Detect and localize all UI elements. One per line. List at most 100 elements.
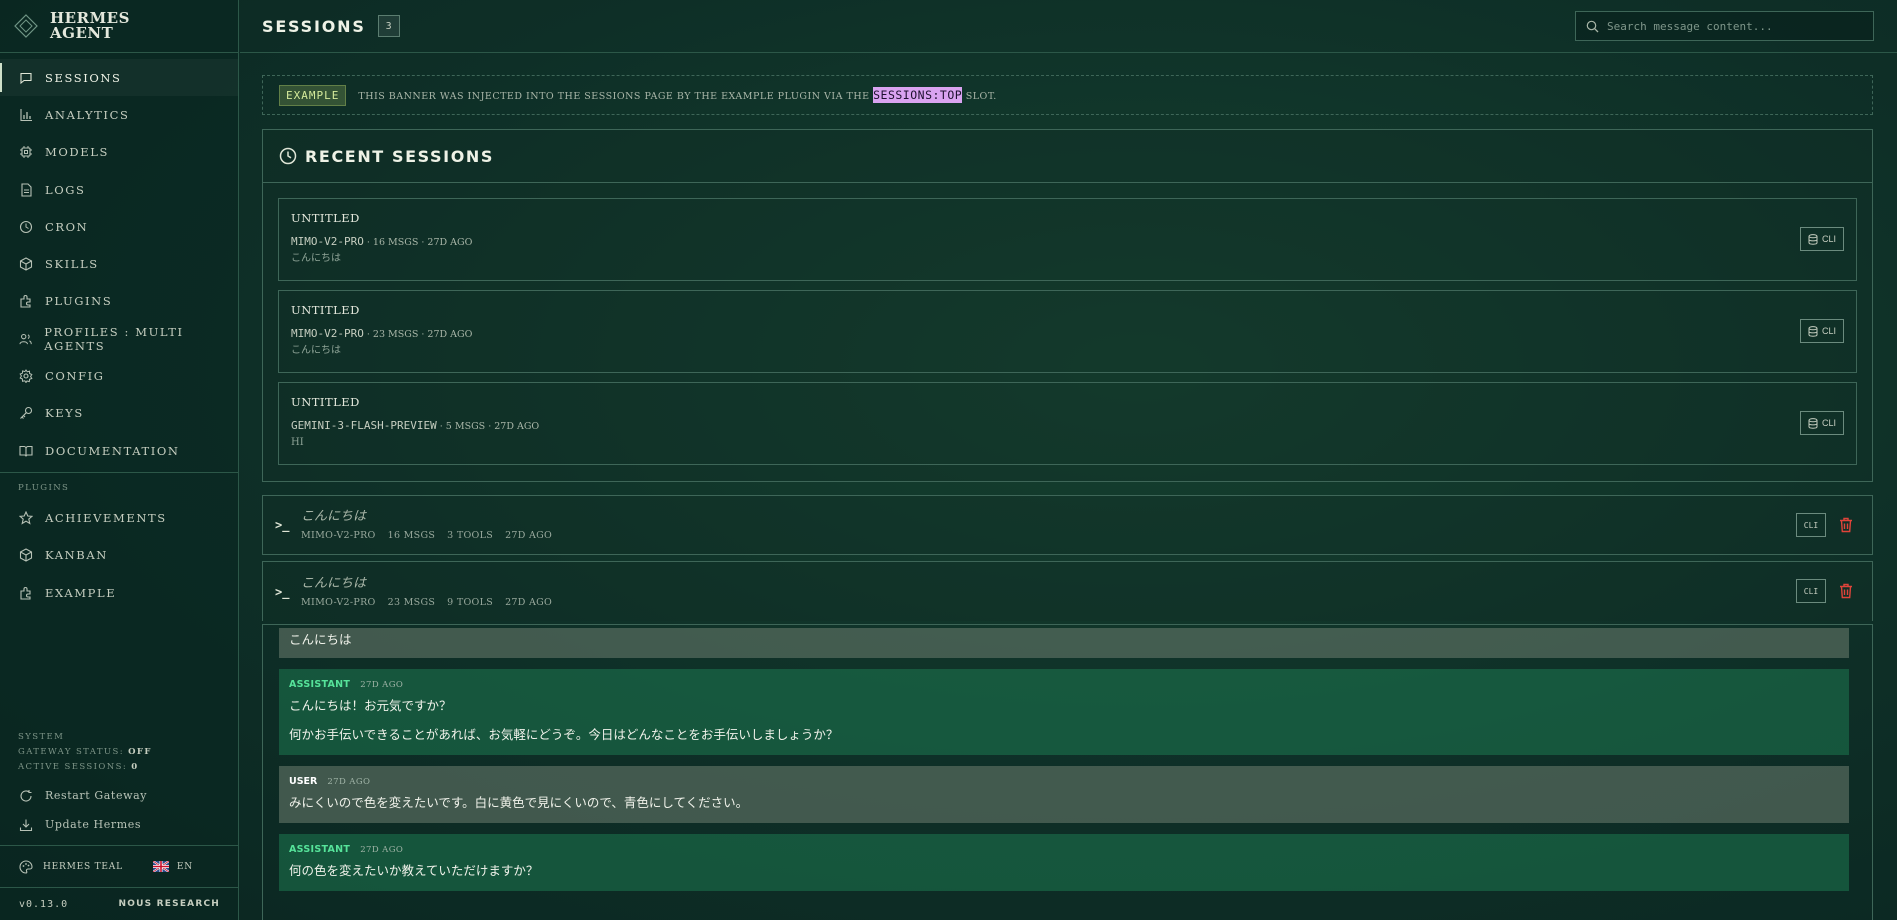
clock-icon	[19, 220, 33, 233]
session-info: こんにちは MIMO-V2-PRO 16 MSGS 3 TOOLS 27D AGO	[301, 509, 552, 541]
recent-session-item[interactable]: UNTITLED MIMO-V2-PRO · 16 MSGS · 27D AGO…	[278, 198, 1857, 281]
cli-source-button[interactable]: CLI	[1800, 319, 1844, 343]
language-selector[interactable]: EN	[152, 861, 193, 872]
nav-label: CONFIG	[45, 369, 105, 384]
cube-icon	[19, 257, 33, 271]
nav-item-analytics[interactable]: ANALYTICS	[0, 96, 238, 133]
message-text: こんにちは！お元気ですか？ 何かお手伝いできることがあれば、お気軽にどうぞ。今日は…	[289, 698, 839, 742]
cli-button[interactable]: CLI	[1796, 513, 1826, 537]
message-role: USER	[289, 776, 318, 787]
plugin-banner: EXAMPLE THIS BANNER WAS INJECTED INTO TH…	[262, 75, 1873, 115]
palette-icon[interactable]	[19, 859, 33, 874]
recent-session-item[interactable]: UNTITLED GEMINI-3-FLASH-PREVIEW · 5 MSGS…	[278, 382, 1857, 465]
nav-label: KANBAN	[45, 548, 108, 563]
recent-session-item[interactable]: UNTITLED MIMO-V2-PRO · 23 MSGS · 27D AGO…	[278, 290, 1857, 373]
message-assistant: ASSISTANT 27D AGO 何の色を変えたいか教えていただけますか？	[279, 834, 1849, 891]
session-row-expanded[interactable]: >_ こんにちは MIMO-V2-PRO 23 MSGS 9 TOOLS 27D AG…	[262, 561, 1873, 621]
cli-source-button[interactable]: CLI	[1800, 227, 1844, 251]
recent-sessions-card: RECENT SESSIONS UNTITLED MIMO-V2-PRO · 1…	[262, 129, 1873, 482]
plugins-section-label: PLUGINS	[18, 483, 70, 494]
nav-label: PROFILES : MULTI AGENTS	[44, 324, 184, 353]
terminal-icon: >_	[275, 518, 290, 532]
update-hermes-button[interactable]: Update Hermes	[0, 810, 239, 839]
message-thread[interactable]: こんにちは ASSISTANT 27D AGO こんにちは！お元気ですか？ 何かお手…	[262, 624, 1873, 920]
org-label[interactable]: NOUS RESEARCH	[119, 899, 220, 909]
nav-item-sessions[interactable]: SESSIONS	[0, 59, 238, 97]
session-title: UNTITLED	[291, 211, 360, 225]
chip-icon	[20, 146, 32, 159]
brand-name: HERMES AGENT	[50, 9, 130, 42]
session-preview: こんにちは	[291, 345, 341, 356]
download-icon	[19, 819, 33, 831]
cube-icon	[19, 548, 33, 562]
nav-item-cron[interactable]: CRON	[0, 208, 238, 245]
nav-label: ACHIEVEMENTS	[45, 510, 167, 525]
search-icon	[1586, 20, 1599, 32]
refresh-icon	[20, 789, 32, 801]
trash-icon[interactable]	[1839, 583, 1853, 599]
restart-gateway-button[interactable]: Restart Gateway	[0, 781, 239, 810]
message-time: 27D AGO	[360, 679, 404, 690]
nav-label: DOCUMENTATION	[45, 443, 180, 458]
session-meta: MIMO-V2-PRO · 23 MSGS · 27D AGO	[291, 327, 473, 340]
terminal-icon: >_	[275, 584, 290, 599]
trash-icon[interactable]	[1839, 517, 1853, 533]
nav-item-skills[interactable]: SKILLS	[0, 245, 238, 282]
cli-source-button[interactable]: CLI	[1800, 411, 1844, 435]
message-assistant: ASSISTANT 27D AGO こんにちは！お元気ですか？ 何かお手伝いできるこ…	[279, 669, 1849, 755]
system-panel: SYSTEM GATEWAY STATUS: OFF ACTIVE SESSIO…	[0, 730, 239, 839]
session-meta: GEMINI-3-FLASH-PREVIEW · 5 MSGS · 27D AG…	[291, 419, 540, 432]
puzzle-icon	[20, 586, 31, 600]
nav-label: PLUGINS	[45, 294, 113, 309]
database-icon	[1808, 325, 1818, 337]
message-user: こんにちは	[279, 628, 1849, 658]
users-icon	[19, 333, 32, 345]
nav-item-kanban[interactable]: KANBAN	[0, 537, 238, 574]
nav-item-example[interactable]: EXAMPLE	[0, 574, 238, 611]
puzzle-icon	[20, 295, 31, 308]
gear-icon	[19, 369, 33, 384]
active-sessions: ACTIVE SESSIONS: 0	[18, 762, 139, 772]
main-content: EXAMPLE THIS BANNER WAS INJECTED INTO TH…	[262, 75, 1873, 621]
nav-item-models[interactable]: MODELS	[0, 134, 238, 171]
recent-sessions-header: RECENT SESSIONS	[263, 130, 1872, 183]
session-title: こんにちは	[301, 509, 367, 524]
recent-sessions-list: UNTITLED MIMO-V2-PRO · 16 MSGS · 27D AGO…	[263, 183, 1872, 481]
nav-label: KEYS	[45, 406, 84, 421]
clock-icon	[279, 147, 297, 165]
brand[interactable]: HERMES AGENT	[0, 0, 238, 53]
search-input[interactable]	[1607, 19, 1857, 33]
gateway-status: GATEWAY STATUS: OFF	[18, 747, 152, 757]
bar-chart-icon	[20, 108, 32, 121]
database-icon	[1808, 233, 1818, 245]
star-icon	[19, 510, 33, 525]
session-preview: HI	[291, 437, 304, 448]
recent-sessions-title: RECENT SESSIONS	[305, 146, 495, 166]
cli-button[interactable]: CLI	[1796, 579, 1826, 603]
session-title: UNTITLED	[291, 303, 360, 317]
nav-label: MODELS	[45, 145, 109, 160]
message-text: みにくいので色を変えたいです。白に黄色で見にくいので、青色にしてください。	[289, 795, 749, 810]
session-info: こんにちは MIMO-V2-PRO 23 MSGS 9 TOOLS 27D AGO	[301, 576, 552, 608]
banner-tag: EXAMPLE	[279, 84, 347, 106]
topbar: SESSIONS 3	[240, 0, 1897, 53]
nav-item-documentation[interactable]: DOCUMENTATION	[0, 432, 238, 469]
nav-item-plugins[interactable]: PLUGINS	[0, 283, 238, 320]
nav-item-profiles[interactable]: PROFILES : MULTI AGENTS	[0, 320, 238, 357]
search-box	[1575, 11, 1874, 41]
message-user: USER 27D AGO みにくいので色を変えたいです。白に黄色で見にくいので、青…	[279, 766, 1849, 823]
nav-item-achievements[interactable]: ACHIEVEMENTS	[0, 499, 238, 536]
document-icon	[21, 182, 32, 197]
nav-item-logs[interactable]: LOGS	[0, 171, 238, 208]
session-meta: MIMO-V2-PRO 23 MSGS 9 TOOLS 27D AGO	[301, 596, 553, 608]
session-row[interactable]: >_ こんにちは MIMO-V2-PRO 16 MSGS 3 TOOLS 27D AG…	[262, 495, 1873, 555]
nav-label: SKILLS	[45, 257, 99, 272]
theme-selector[interactable]: HERMES TEAL	[43, 862, 123, 872]
nav-item-keys[interactable]: KEYS	[0, 395, 238, 432]
book-icon	[19, 445, 33, 457]
nav-item-config[interactable]: CONFIG	[0, 357, 238, 394]
uk-flag-icon	[152, 861, 169, 872]
session-meta: MIMO-V2-PRO 16 MSGS 3 TOOLS 27D AGO	[301, 530, 553, 541]
nav-label: SESSIONS	[45, 70, 122, 85]
session-count-badge: 3	[377, 15, 400, 37]
